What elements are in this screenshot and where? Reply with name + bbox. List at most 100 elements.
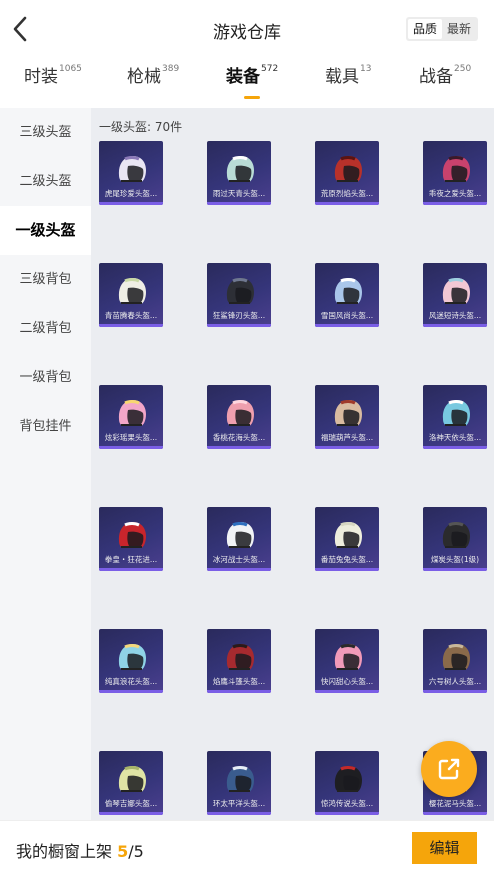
tab-label: 装备 — [226, 67, 260, 87]
item-name: 香桃花海头盔... — [212, 433, 266, 442]
item-name: 荒原烈焰头盔... — [320, 189, 374, 198]
item-card[interactable]: 虎尾珍爱头盔... — [99, 141, 163, 205]
helmet-icon — [118, 400, 146, 426]
item-name: 惊鸿传说头盔... — [320, 799, 374, 808]
tab-count: 13 — [360, 64, 372, 74]
sidebar-item-level3-helmet[interactable]: 三级头盔 — [0, 108, 91, 157]
item-name: 虎尾珍爱头盔... — [104, 189, 158, 198]
item-card[interactable]: 快闪甜心头盔... — [315, 629, 379, 693]
helmet-icon — [442, 278, 470, 304]
tab-label: 载具 — [325, 67, 359, 87]
item-name: 雪国风尚头盔... — [320, 311, 374, 320]
share-button[interactable] — [421, 741, 477, 797]
sort-newest-option[interactable]: 最新 — [442, 19, 476, 39]
helmet-icon — [226, 644, 254, 670]
tab-count: 250 — [454, 64, 472, 74]
warehouse-screen: 游戏仓库 品质 最新 时装1065 枪械389 装备572 载具13 战备250… — [0, 0, 494, 875]
tab-vehicles[interactable]: 载具13 — [325, 62, 371, 102]
item-card[interactable]: 洛神天依头盔... — [423, 385, 487, 449]
tab-supplies[interactable]: 战备250 — [419, 62, 471, 102]
helmet-icon — [226, 766, 254, 792]
helmet-icon — [334, 278, 362, 304]
sort-toggle: 品质 最新 — [405, 17, 478, 41]
item-name: 洛神天依头盔... — [428, 433, 482, 442]
category-tabs: 时装1065 枪械389 装备572 载具13 战备250 — [0, 62, 494, 104]
item-name: 雨过天青头盔... — [212, 189, 266, 198]
subcategory-sidebar: 三级头盔 二级头盔 一级头盔 三级背包 二级背包 一级背包 背包挂件 — [0, 108, 91, 820]
tab-count: 389 — [162, 64, 180, 74]
helmet-icon — [118, 766, 146, 792]
helmet-icon — [442, 644, 470, 670]
item-card[interactable]: 环太平洋头盔... — [207, 751, 271, 815]
sidebar-item-level1-backpack[interactable]: 一级背包 — [0, 353, 91, 402]
item-card[interactable]: 拳皇・狂花进... — [99, 507, 163, 571]
item-card[interactable]: 雪国风尚头盔... — [315, 263, 379, 327]
item-name: 樱花泥马头盔... — [428, 799, 482, 808]
item-card[interactable]: 冰河战士头盔... — [207, 507, 271, 571]
header: 游戏仓库 品质 最新 — [0, 0, 494, 58]
item-name: 番茄兔兔头盔... — [320, 555, 374, 564]
item-name: 乖夜之爱头盔... — [428, 189, 482, 198]
helmet-icon — [334, 644, 362, 670]
sidebar-item-level1-helmet[interactable]: 一级头盔 — [0, 206, 91, 255]
item-name: 拳皇・狂花进... — [104, 555, 158, 564]
item-name: 焰鹰斗篷头盔... — [212, 677, 266, 686]
item-card[interactable]: 福瑞葫芦头盔... — [315, 385, 379, 449]
tab-equipment[interactable]: 装备572 — [226, 62, 278, 102]
share-icon — [438, 758, 460, 780]
item-card[interactable]: 风迷短诗头盔... — [423, 263, 487, 327]
helmet-icon — [334, 400, 362, 426]
edit-button[interactable]: 编辑 — [412, 832, 477, 864]
item-name: 青苗腾春头盔... — [104, 311, 158, 320]
sidebar-item-level2-helmet[interactable]: 二级头盔 — [0, 157, 91, 206]
item-card[interactable]: 番茄兔兔头盔... — [315, 507, 379, 571]
item-name: 纯真浪花头盔... — [104, 677, 158, 686]
showcase-label: 我的橱窗上架 — [16, 842, 113, 861]
item-name: 冰河战士头盔... — [212, 555, 266, 564]
item-card[interactable]: 惊鸿传说头盔... — [315, 751, 379, 815]
helmet-icon — [226, 156, 254, 182]
item-card[interactable]: 六号树人头盔... — [423, 629, 487, 693]
sidebar-item-level3-backpack[interactable]: 三级背包 — [0, 255, 91, 304]
item-card[interactable]: 雨过天青头盔... — [207, 141, 271, 205]
item-name: 风迷短诗头盔... — [428, 311, 482, 320]
helmet-icon — [334, 156, 362, 182]
helmet-icon — [334, 766, 362, 792]
item-grid: 虎尾珍爱头盔... 雨过天青头盔... 荒原烈焰头盔... 乖夜之爱头盔... 青苗腾春… — [99, 141, 487, 815]
item-card[interactable]: 狂鲨锋刃头盔... — [207, 263, 271, 327]
helmet-icon — [226, 400, 254, 426]
item-card[interactable]: 偷琴吉娜头盔... — [99, 751, 163, 815]
helmet-icon — [334, 522, 362, 548]
bottom-bar: 我的橱窗上架 5/5 编辑 — [0, 820, 494, 875]
item-card[interactable]: 荒原烈焰头盔... — [315, 141, 379, 205]
item-card[interactable]: 炫彩瑶果头盔... — [99, 385, 163, 449]
section-count-label: 一级头盔: 70件 — [99, 120, 183, 134]
tab-count: 1065 — [59, 64, 82, 74]
helmet-icon — [442, 156, 470, 182]
item-card[interactable]: 焰鹰斗篷头盔... — [207, 629, 271, 693]
helmet-icon — [118, 644, 146, 670]
tab-guns[interactable]: 枪械389 — [127, 62, 179, 102]
item-card[interactable]: 香桃花海头盔... — [207, 385, 271, 449]
item-card[interactable]: 青苗腾春头盔... — [99, 263, 163, 327]
tab-fashion[interactable]: 时装1065 — [24, 62, 82, 102]
sidebar-item-backpack-charm[interactable]: 背包挂件 — [0, 402, 91, 451]
item-card[interactable]: 煤炭头盔(1级) — [423, 507, 487, 571]
helmet-icon — [118, 278, 146, 304]
item-card[interactable]: 纯真浪花头盔... — [99, 629, 163, 693]
item-list-panel[interactable]: 一级头盔: 70件 虎尾珍爱头盔... 雨过天青头盔... 荒原烈焰头盔... 乖夜之… — [91, 108, 494, 820]
helmet-icon — [442, 522, 470, 548]
helmet-icon — [226, 522, 254, 548]
tab-label: 枪械 — [127, 67, 161, 87]
sidebar-item-level2-backpack[interactable]: 二级背包 — [0, 304, 91, 353]
helmet-icon — [226, 278, 254, 304]
item-name: 偷琴吉娜头盔... — [104, 799, 158, 808]
showcase-total-count: /5 — [128, 842, 144, 861]
tab-label: 时装 — [24, 67, 58, 87]
item-name: 环太平洋头盔... — [212, 799, 266, 808]
helmet-icon — [118, 522, 146, 548]
tab-label: 战备 — [419, 67, 453, 87]
item-card[interactable]: 乖夜之爱头盔... — [423, 141, 487, 205]
item-name: 煤炭头盔(1级) — [430, 555, 480, 564]
sort-quality-option[interactable]: 品质 — [407, 19, 442, 39]
